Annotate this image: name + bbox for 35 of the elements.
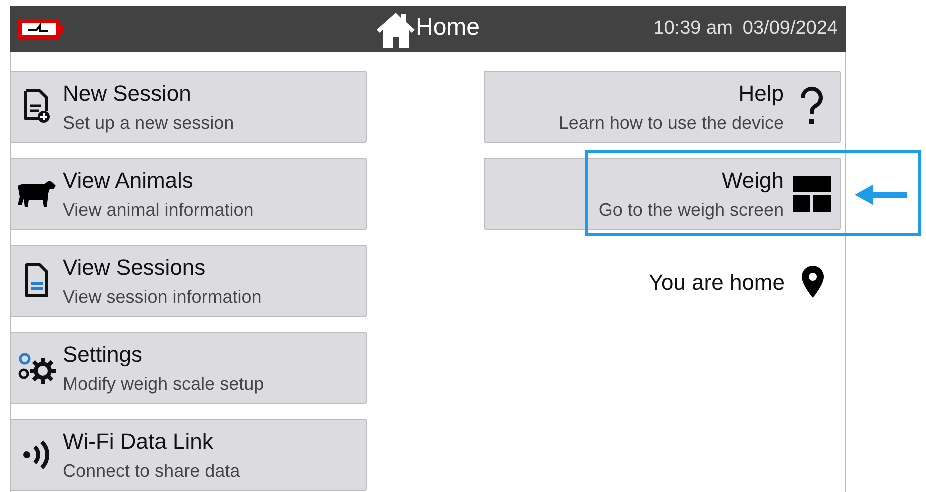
button-subtitle: Modify weigh scale setup — [63, 372, 264, 395]
menu-button[interactable]: View Animals View animal information — [10, 158, 367, 230]
menu-button[interactable]: Weigh Go to the weigh screen — [484, 158, 841, 230]
grid-icon — [793, 176, 831, 212]
button-title: Settings — [63, 341, 144, 368]
screen-title: Home — [416, 13, 480, 43]
location-label: You are home — [648, 268, 785, 296]
map-pin-icon — [801, 265, 825, 299]
button-title: View Animals — [63, 167, 194, 194]
menu-button[interactable]: New Session Set up a new session — [10, 71, 367, 143]
button-subtitle: Connect to share data — [63, 460, 240, 482]
button-subtitle: View animal information — [63, 198, 254, 221]
button-title: Help — [738, 80, 784, 108]
button-subtitle: Set up a new session — [63, 112, 234, 134]
document-plus-icon — [23, 89, 51, 125]
arrow-icon — [855, 183, 907, 207]
document-icon — [24, 263, 50, 299]
button-subtitle: Go to the weigh screen — [598, 198, 784, 221]
home-icon — [376, 11, 416, 49]
button-subtitle: Learn how to use the device — [558, 112, 784, 134]
menu-button[interactable]: Wi-Fi Data Link Connect to share data — [10, 419, 367, 491]
button-title: New Session — [63, 80, 192, 108]
gears-icon — [17, 351, 57, 385]
menu-button[interactable]: Help Learn how to use the device — [484, 71, 841, 143]
button-title: Wi-Fi Data Link — [63, 428, 214, 456]
battery-icon — [18, 19, 64, 39]
button-subtitle: View session information — [63, 286, 262, 308]
wireless-icon — [22, 438, 52, 472]
menu-button[interactable]: View Sessions View session information — [10, 245, 367, 317]
menu-button[interactable]: Settings Modify weigh scale setup — [10, 332, 367, 404]
time: 10:39 am — [654, 16, 733, 41]
button-title: Weigh — [722, 167, 784, 194]
cow-icon — [17, 180, 57, 208]
date: 03/09/2024 — [742, 16, 838, 41]
button-title: View Sessions — [63, 254, 207, 282]
